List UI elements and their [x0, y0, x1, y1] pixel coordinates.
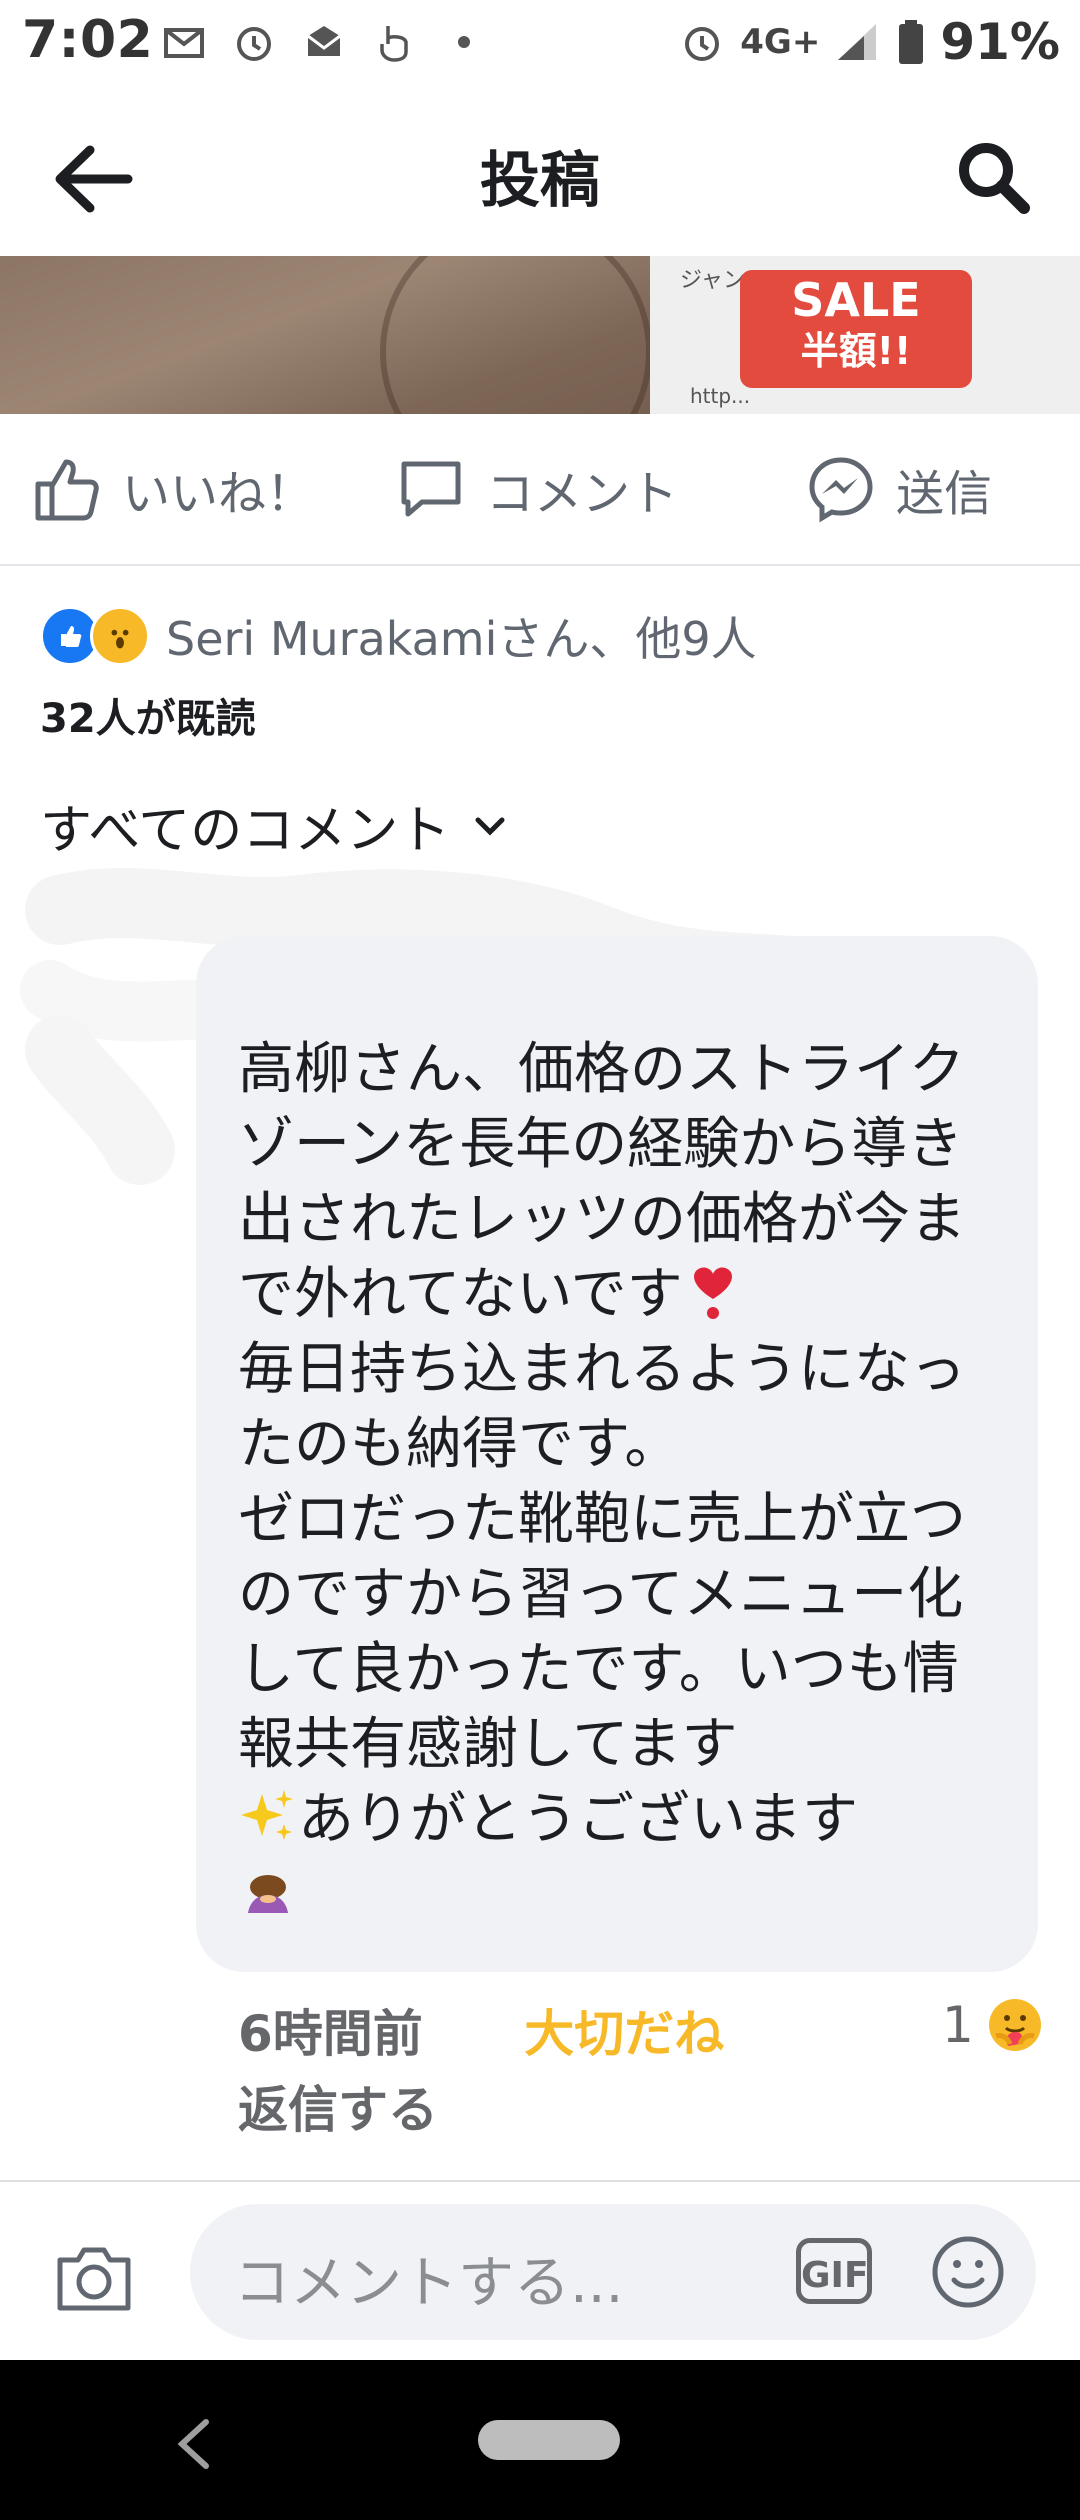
sparkles-icon: [241, 1790, 293, 1840]
status-bar: 7:02 4G+ 91%: [0, 0, 1080, 84]
heart-exclamation-icon: [693, 1267, 732, 1319]
care-emoji-icon: [988, 1999, 1041, 2051]
comment-text: 高柳さん、価格のストライクゾーンを長年の経験から導き出されたレッツの価格が今まで…: [238, 1032, 998, 1932]
status-time: 7:02: [22, 10, 154, 70]
comment-text-part1: 高柳さん、価格のストライクゾーンを長年の経験から導き出されたレッツの価格が今まで…: [238, 1037, 966, 1327]
seen-count[interactable]: 32人が既読: [40, 686, 256, 744]
comment-reaction-count[interactable]: 1: [942, 1996, 1044, 2054]
like-button[interactable]: いいね！: [32, 454, 314, 524]
system-nav-bar: [0, 2360, 1080, 2520]
photo-texture: [380, 256, 652, 414]
comment-meta: 6時間前 大切だね: [238, 1994, 724, 2066]
emoji-icon[interactable]: [930, 2234, 1006, 2310]
network-label: 4G+: [740, 22, 821, 62]
thumbs-up-icon: [35, 459, 99, 521]
chevron-down-icon: [475, 817, 505, 836]
alarm-icon: [685, 27, 720, 61]
like-label: いいね！: [122, 466, 315, 522]
nav-back-icon[interactable]: [170, 2414, 220, 2474]
reaction-count-number: 1: [942, 1996, 974, 2054]
page-title: 投稿: [480, 146, 600, 216]
battery-icon: [899, 20, 924, 64]
send-label: 送信: [896, 466, 993, 522]
filter-label: すべてのコメント: [40, 801, 451, 861]
alarm-icon: [237, 27, 271, 61]
comment-bubble-icon: [401, 461, 461, 517]
comment-composer: コメントする... GIF: [0, 2180, 1080, 2362]
nav-home-pill[interactable]: [478, 2420, 620, 2460]
send-button[interactable]: 送信: [806, 454, 992, 524]
sale-text: SALE: [791, 273, 921, 327]
bowing-person-icon: [248, 1875, 288, 1913]
comment-text-part3: ありがとうございます: [298, 1787, 858, 1852]
search-icon[interactable]: [952, 136, 1032, 216]
app-header: 投稿: [0, 84, 1080, 257]
notification-dot-icon: [458, 36, 470, 48]
comment-label: コメント: [486, 466, 679, 522]
comment-button[interactable]: コメント: [396, 454, 678, 524]
care-reaction-button[interactable]: 大切だね: [524, 1994, 724, 2066]
comment-input[interactable]: コメントする... GIF: [190, 2204, 1036, 2340]
comment-text-part2: 毎日持ち込まれるようになったのも納得です。 ゼロだった靴鞄に売上が立つのですから…: [238, 1337, 966, 1777]
comment-time[interactable]: 6時間前: [238, 1994, 423, 2066]
camera-icon[interactable]: [52, 2236, 136, 2320]
mail-icon: [307, 26, 341, 56]
gmail-icon: [164, 28, 204, 58]
comment-filter-dropdown[interactable]: すべてのコメント: [40, 788, 510, 863]
half-price-text: 半額!!: [800, 329, 912, 373]
hand-icon: [380, 26, 408, 62]
http-text: http...: [690, 384, 751, 408]
messenger-icon: [809, 457, 873, 523]
gif-button[interactable]: GIF: [796, 2238, 872, 2304]
reply-button[interactable]: 返信する: [238, 2070, 438, 2142]
post-actions: いいね！ コメント 送信: [0, 414, 1080, 566]
comment-bubble[interactable]: 高柳さん、価格のストライクゾーンを長年の経験から導き出されたレッツの価格が今まで…: [196, 936, 1038, 1972]
signal-icon: [838, 24, 877, 60]
wow-reaction-icon: [90, 606, 150, 666]
comment-input-placeholder: コメントする...: [234, 2251, 624, 2316]
sale-tag: SALE 半額!!: [740, 270, 972, 388]
reactions-summary[interactable]: Seri Murakamiさん、他9人: [40, 604, 757, 668]
post-photo[interactable]: ジャンル SALE 半額!! http...: [0, 256, 1080, 414]
reactors-text: Seri Murakamiさん、他9人: [166, 612, 757, 666]
battery-percent: 91%: [940, 13, 1060, 71]
